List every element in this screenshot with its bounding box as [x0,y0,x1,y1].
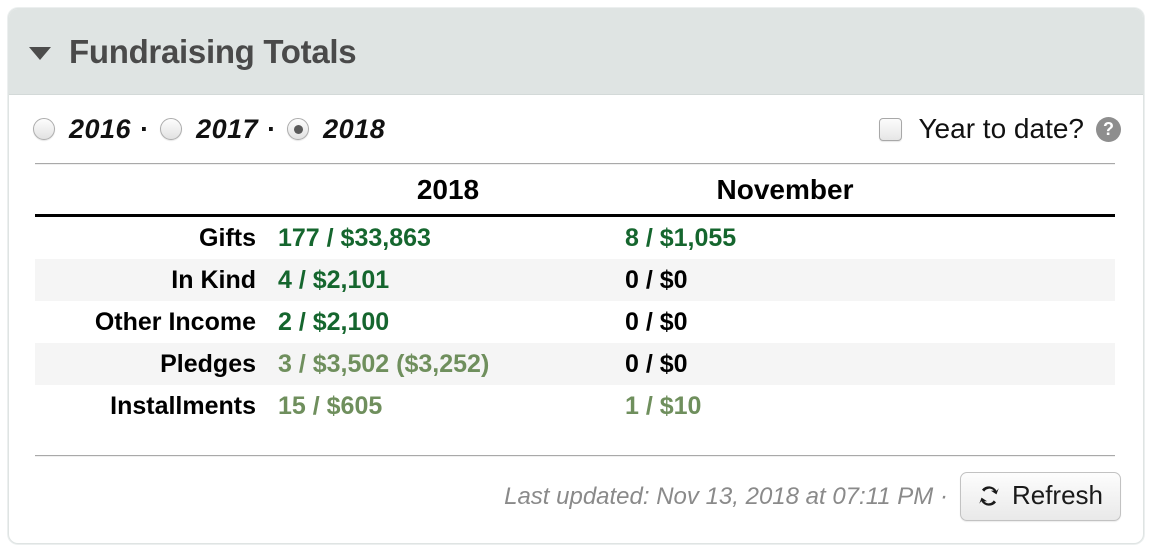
year-to-date-group: Year to date? ? [879,113,1121,145]
row-label-other-income: Other Income [94,307,256,336]
year-radio-group: 2016 · 2017 · 2018 [33,114,385,145]
year-to-date-checkbox[interactable] [879,117,903,141]
row-label-installments: Installments [110,391,256,420]
footer-content: Last updated: Nov 13, 2018 at 07:11 PM ·… [9,456,1143,521]
table-head: 2018 November [35,164,1115,217]
question-mark-icon[interactable]: ? [1096,116,1121,142]
table-row: In Kind 4 / $2,101 0 / $0 [35,259,1115,301]
radio-label-2016: 2016 [69,113,132,144]
panel-footer: Last updated: Nov 13, 2018 at 07:11 PM ·… [9,455,1143,543]
radio-label-2018: 2018 [323,113,386,144]
radio-2016[interactable] [33,118,55,140]
year-to-date-label: Year to date? [918,113,1084,144]
row-label-in-kind: In Kind [35,259,268,301]
table-row: Other Income 2 / $2,100 0 / $0 [35,301,1115,343]
table-row: Gifts 177 / $33,863 8 / $1,055 [35,216,1115,260]
table-row: Installments 15 / $605 1 / $10 [35,385,1115,427]
radio-option-2018[interactable]: 2018 [287,114,385,145]
refresh-button-label: Refresh [1011,480,1103,510]
totals-table-wrap: 2018 November Gifts 177 / $33,863 8 / $1… [9,164,1143,427]
row-value-gifts-month: 8 / $1,055 [625,223,737,252]
page-title: Fundraising Totals [69,32,357,70]
panel-header[interactable]: Fundraising Totals [9,9,1143,95]
row-label-gifts: Gifts [199,223,256,252]
column-header-month: November [619,164,1115,217]
row-value-installments-month: 1 / $10 [625,391,702,420]
refresh-button[interactable]: Refresh [959,472,1121,521]
totals-table: 2018 November Gifts 177 / $33,863 8 / $1… [35,164,1115,427]
row-value-other-income-year: 2 / $2,100 [278,307,390,336]
row-value-pledges-year: 3 / $3,502 ($3,252) [268,343,619,385]
controls-row: 2016 · 2017 · 2018 Year to date? ? [9,95,1143,163]
table-header-row: 2018 November [35,164,1115,217]
row-value-in-kind-month: 0 / $0 [619,259,1115,301]
table-row: Pledges 3 / $3,502 ($3,252) 0 / $0 [35,343,1115,385]
row-value-pledges-month: 0 / $0 [619,343,1115,385]
triangle-down-icon[interactable] [29,46,51,60]
radio-option-2016[interactable]: 2016 [33,114,131,145]
row-value-gifts-year: 177 / $33,863 [278,223,431,252]
radio-label-2017: 2017 [196,113,259,144]
fundraising-totals-panel: Fundraising Totals 2016 · 2017 · 2018 Ye… [8,8,1144,544]
column-header-year: 2018 [268,164,619,217]
last-updated-text: Last updated: Nov 13, 2018 at 07:11 PM · [504,482,948,510]
row-value-installments-year: 15 / $605 [278,391,383,420]
table-body: Gifts 177 / $33,863 8 / $1,055 In Kind 4… [35,216,1115,428]
radio-2017[interactable] [160,118,183,140]
separator-dot: · [140,113,150,144]
radio-option-2017[interactable]: 2017 [160,114,258,145]
row-value-other-income-month: 0 / $0 [625,307,688,336]
radio-2018[interactable] [287,118,310,140]
column-header-label [35,164,268,217]
row-label-pledges: Pledges [35,343,268,385]
row-value-in-kind-year: 4 / $2,101 [268,259,619,301]
separator-dot: · [267,113,277,144]
refresh-icon [976,483,1002,509]
